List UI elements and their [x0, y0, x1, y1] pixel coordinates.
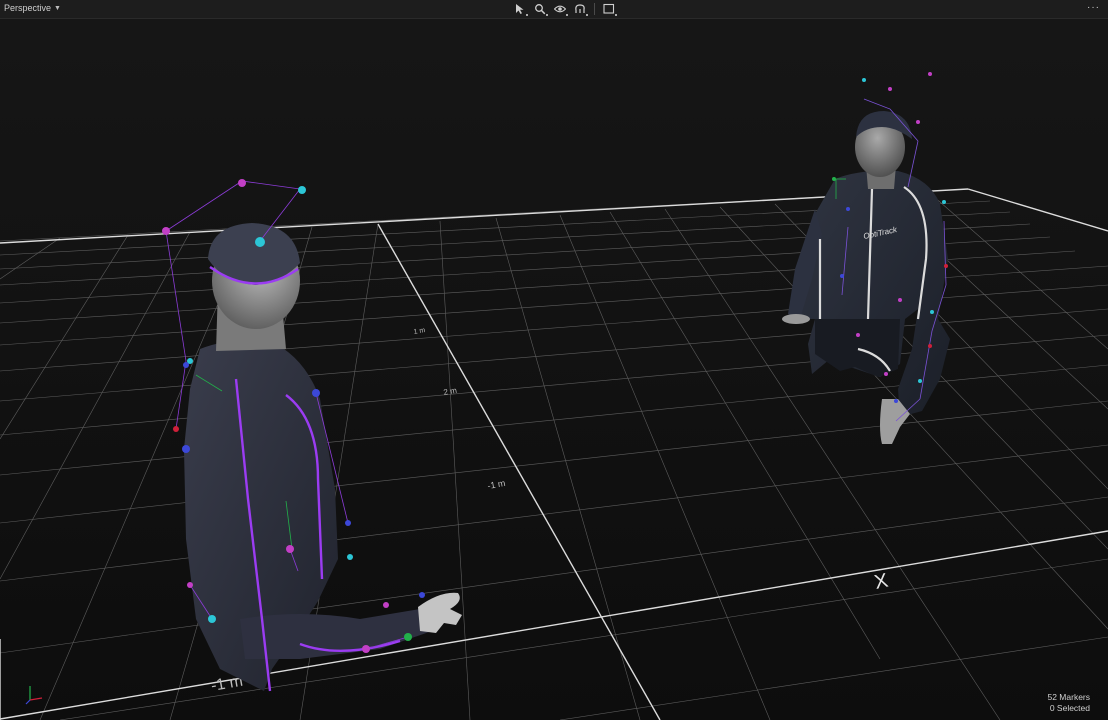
view-mode-label: Perspective — [4, 3, 52, 13]
lasso-tool-button[interactable] — [572, 1, 588, 17]
marker-dot[interactable] — [928, 72, 932, 76]
marker-dot[interactable] — [916, 120, 920, 124]
marker-status: 52 Markers 0 Selected — [1047, 692, 1090, 714]
marquee-tool-button[interactable] — [601, 1, 617, 17]
selection-rectangle-icon — [603, 3, 615, 14]
more-options-button[interactable]: ··· — [1087, 2, 1100, 13]
ellipsis-icon: ··· — [1087, 2, 1100, 13]
marker-dot[interactable] — [238, 179, 246, 187]
marker-dot[interactable] — [187, 582, 193, 588]
marker-dot[interactable] — [362, 645, 370, 653]
marker-dot[interactable] — [928, 344, 932, 348]
marker-dot[interactable] — [345, 520, 351, 526]
toolbar-divider — [594, 3, 595, 15]
tool-group — [512, 1, 617, 17]
marker-dot[interactable] — [347, 554, 353, 560]
marker-dot[interactable] — [846, 207, 850, 211]
actor-right-hand-left — [782, 314, 810, 324]
scene-canvas[interactable]: -1 m -1 m 2 m 1 m X OptiTrack — [0, 19, 1108, 720]
select-tool-button[interactable] — [512, 1, 528, 17]
marker-dot[interactable] — [404, 633, 412, 641]
marker-dot[interactable] — [286, 545, 294, 553]
marker-dot[interactable] — [918, 379, 922, 383]
view-mode-dropdown[interactable]: Perspective ▼ — [4, 3, 61, 13]
marker-dot[interactable] — [255, 237, 265, 247]
eye-icon — [554, 5, 566, 13]
zoom-tool-button[interactable] — [532, 1, 548, 17]
3d-viewport[interactable]: -1 m -1 m 2 m 1 m X OptiTrack 52 Markers… — [0, 19, 1108, 720]
visibility-tool-button[interactable] — [552, 1, 568, 17]
marker-dot[interactable] — [298, 186, 306, 194]
marker-dot[interactable] — [898, 298, 902, 302]
marker-dot[interactable] — [840, 274, 844, 278]
marker-dot[interactable] — [832, 177, 836, 181]
viewport-toolbar: Perspective ▼ ··· — [0, 0, 1108, 19]
axis-gizmo — [25, 686, 43, 705]
marker-dot[interactable] — [856, 333, 860, 337]
marker-dot[interactable] — [888, 87, 892, 91]
marker-dot[interactable] — [942, 200, 946, 204]
lasso-icon — [575, 4, 585, 13]
marker-count: 52 Markers — [1047, 692, 1090, 702]
marker-dot[interactable] — [862, 78, 866, 82]
marker-dot[interactable] — [208, 615, 216, 623]
marker-dot[interactable] — [173, 426, 179, 432]
magnifier-icon — [535, 4, 546, 15]
marker-dot[interactable] — [884, 372, 888, 376]
cursor-arrow-icon — [516, 4, 524, 14]
chevron-down-icon: ▼ — [54, 4, 61, 12]
marker-dot[interactable] — [894, 399, 898, 403]
selected-count: 0 Selected — [1049, 703, 1090, 713]
marker-dot[interactable] — [383, 602, 389, 608]
marker-dot[interactable] — [182, 445, 190, 453]
marker-dot[interactable] — [183, 362, 189, 368]
marker-dot[interactable] — [312, 389, 320, 397]
marker-dot[interactable] — [944, 264, 948, 268]
marker-dot[interactable] — [419, 592, 425, 598]
marker-dot[interactable] — [162, 227, 170, 235]
marker-dot[interactable] — [930, 310, 934, 314]
